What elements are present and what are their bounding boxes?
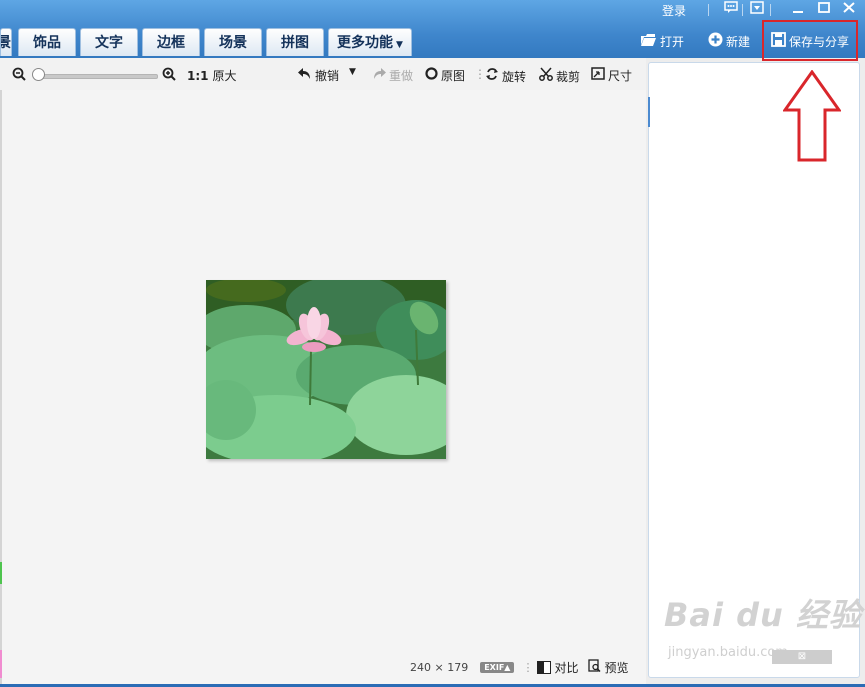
divider xyxy=(742,4,743,16)
zoom-in-icon[interactable] xyxy=(162,67,176,81)
divider xyxy=(708,4,709,16)
folder-icon xyxy=(640,33,657,50)
panel-tab-indicator xyxy=(648,97,650,127)
left-edge-marker xyxy=(0,400,2,420)
tab-border[interactable]: 边框 xyxy=(142,28,200,56)
minimize-icon[interactable] xyxy=(789,1,807,18)
arrow-up-icon xyxy=(782,69,842,166)
preview-icon xyxy=(588,659,601,675)
annotation-highlight-box xyxy=(762,20,858,61)
open-button[interactable]: 打开 xyxy=(640,31,684,51)
tab-decorations[interactable]: 饰品 xyxy=(18,28,76,56)
close-icon[interactable] xyxy=(840,1,858,18)
left-edge-marker xyxy=(0,562,2,584)
zoom-out-icon[interactable] xyxy=(12,67,26,81)
circle-icon xyxy=(425,67,438,84)
crop-button[interactable]: 裁剪 xyxy=(539,67,580,85)
undo-icon xyxy=(298,67,312,84)
rotate-button[interactable]: 旋转 xyxy=(485,67,526,85)
new-button[interactable]: 新建 xyxy=(708,31,750,51)
tab-collage[interactable]: 拼图 xyxy=(266,28,324,56)
original-size-button[interactable]: 1:1 原大 xyxy=(187,67,237,84)
preview-button[interactable]: 预览 xyxy=(588,659,628,676)
edit-toolbar: 1:1 原大 撤销 ▼ 重做 原图 ⋮ 旋转 裁剪 尺寸 xyxy=(0,58,646,90)
undo-dropdown-icon[interactable]: ▼ xyxy=(349,67,356,77)
redo-button[interactable]: 重做 xyxy=(372,67,413,84)
menu-dropdown-icon[interactable] xyxy=(748,1,766,18)
tab-more-features[interactable]: 更多功能 ▼ xyxy=(328,28,412,56)
ad-close-badge[interactable]: ⊠ xyxy=(772,650,832,664)
tab-text[interactable]: 文字 xyxy=(80,28,138,56)
tab-scene-partial[interactable]: 景 xyxy=(0,28,12,56)
message-icon[interactable] xyxy=(722,1,740,18)
undo-button[interactable]: 撤销 xyxy=(298,67,339,84)
rotate-icon xyxy=(485,67,499,85)
scissors-icon xyxy=(539,67,553,85)
compare-icon xyxy=(537,660,552,674)
compare-button[interactable]: 对比 xyxy=(537,659,578,676)
watermark-url: jingyan.baidu.com xyxy=(668,645,788,660)
image-dimensions: 240 × 179 xyxy=(410,660,469,674)
maximize-icon[interactable] xyxy=(815,1,833,18)
tab-scene[interactable]: 场景 xyxy=(204,28,262,56)
lotus-photo xyxy=(196,275,466,465)
feature-tabs: 景 饰品 文字 边框 场景 拼图 更多功能▼ xyxy=(0,28,416,58)
image-status-bar: 240 × 179 EXIF▲ ⋮ 对比 预览 xyxy=(410,659,628,676)
toolbar-separator: ⋮ xyxy=(522,660,534,674)
zoom-slider[interactable] xyxy=(33,74,158,79)
divider xyxy=(770,4,771,16)
resize-icon xyxy=(591,67,605,84)
left-edge-marker xyxy=(0,650,2,678)
dropdown-icon: ▼ xyxy=(396,40,403,50)
exif-button[interactable]: EXIF▲ xyxy=(480,661,515,673)
zoom-slider-handle[interactable] xyxy=(32,68,45,81)
original-image-button[interactable]: 原图 xyxy=(425,67,465,84)
redo-icon xyxy=(372,67,386,84)
size-button[interactable]: 尺寸 xyxy=(591,67,632,84)
watermark-logo: Bai du 经验 xyxy=(664,596,862,634)
plus-icon xyxy=(708,32,723,50)
login-link[interactable]: 登录 xyxy=(662,2,686,19)
